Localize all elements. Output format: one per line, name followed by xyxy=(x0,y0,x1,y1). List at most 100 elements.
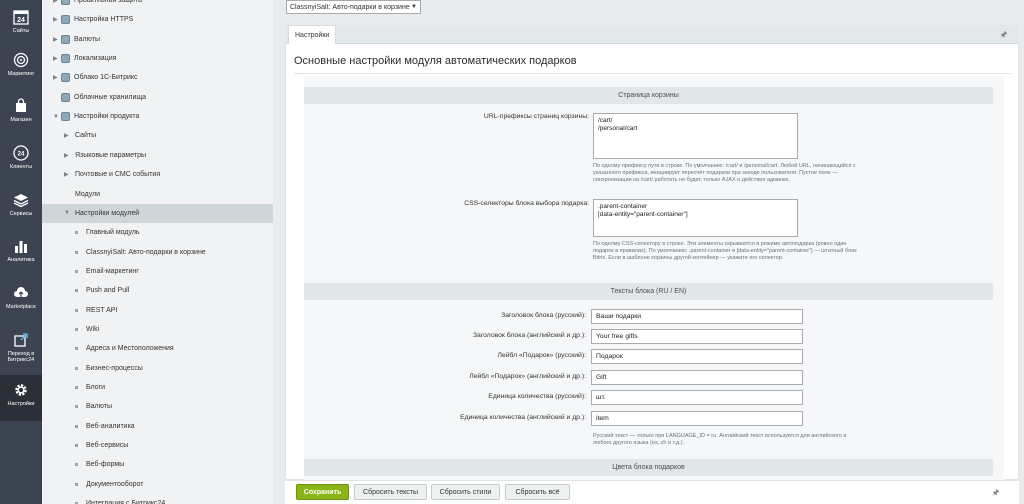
chevron-right-icon[interactable]: ▶ xyxy=(53,36,58,43)
tree-item-label: Облако 1С-Битрикс xyxy=(74,74,138,82)
url-prefixes-hint: По одному префиксу пути в строке. По умо… xyxy=(593,163,856,183)
text-field[interactable]: Подарок xyxy=(591,349,803,364)
text-field[interactable]: item xyxy=(591,411,803,426)
tree-item[interactable]: ▶ Языковые параметры xyxy=(42,146,273,165)
tree-item-label: Сайты xyxy=(75,132,97,140)
cloud-upload-icon xyxy=(12,284,30,302)
left-nav-item[interactable]: Переход в Битрикс24 xyxy=(0,325,42,371)
pin-icon[interactable]: 🖈 xyxy=(992,487,999,501)
css-selectors-textarea[interactable]: .parent-container [data-entity="parent-c… xyxy=(593,199,798,237)
chevron-down-icon[interactable]: ▼ xyxy=(53,114,59,120)
css-selectors-label: CSS-селекторы блока выбора подарка: xyxy=(464,200,589,207)
page-title: Основные настройки модуля автоматических… xyxy=(294,55,577,67)
tree-item[interactable]: Веб-сервисы xyxy=(42,436,273,455)
field-label: Единица количества (английский и др.): xyxy=(460,414,586,421)
left-nav-label: Клиенты xyxy=(9,164,33,170)
tree-item[interactable]: Push and Pull xyxy=(42,281,273,300)
tree-item-label: Валюты xyxy=(86,403,112,411)
bullet-icon xyxy=(75,444,78,448)
tree-item[interactable]: ▶ Настройка HTTPS xyxy=(42,10,273,29)
url-prefixes-textarea[interactable]: /cart/ /personal/cart xyxy=(593,113,798,159)
left-nav-item[interactable]: 24 Клиенты xyxy=(0,138,42,184)
chevron-right-icon[interactable]: ▶ xyxy=(64,171,69,178)
chevron-right-icon[interactable]: ▶ xyxy=(53,0,58,4)
reset-all-button[interactable]: Сбросить всё xyxy=(505,484,570,500)
text-field[interactable]: Gift xyxy=(591,370,803,385)
tree-item-label: Веб-аналитика xyxy=(86,422,135,430)
left-nav-item[interactable]: Аналитика xyxy=(0,231,42,277)
tree-item[interactable]: ▶ Сайты xyxy=(42,126,273,145)
reset-styles-button[interactable]: Сбросить стили xyxy=(431,484,500,500)
footer-bar: Сохранить Сбросить тексты Сбросить стили… xyxy=(285,480,1019,504)
reset-texts-button[interactable]: Сбросить тексты xyxy=(354,484,427,500)
chevron-right-icon[interactable]: ▶ xyxy=(53,16,58,23)
gear-icon xyxy=(12,381,30,399)
tree-item[interactable]: ClassnyiSalt: Авто-подарки в корзине xyxy=(42,243,273,262)
css-selectors-hint: По одному CSS-селектору в строке. Эти эл… xyxy=(593,241,857,261)
tree-item-label: Настройки продукта xyxy=(74,113,140,121)
save-button[interactable]: Сохранить xyxy=(296,484,349,500)
tree-item[interactable]: Веб-аналитика xyxy=(42,417,273,436)
tree-item[interactable]: ▶ Облако 1С-Битрикс xyxy=(42,68,273,87)
tree-item[interactable]: Облачные хранилища xyxy=(42,88,273,107)
tab-settings[interactable]: Настройки xyxy=(288,25,337,44)
left-nav-item[interactable]: 24 Сайты xyxy=(0,2,42,48)
tree-item[interactable]: ▼ Настройки модулей xyxy=(42,203,273,223)
chevron-down-icon[interactable]: ▼ xyxy=(64,210,70,216)
tree-item[interactable]: Документооборот xyxy=(42,475,273,494)
module-icon xyxy=(61,112,70,122)
left-nav-item[interactable]: Сервисы xyxy=(0,185,42,231)
module-icon xyxy=(61,15,70,25)
bullet-icon xyxy=(75,231,78,235)
field-label: Единица количества (русский): xyxy=(488,393,586,400)
tree-item-label: Бизнес-процессы xyxy=(86,364,143,372)
tree-item[interactable]: Email-маркетинг xyxy=(42,262,273,281)
tree-item[interactable]: ▶ Валюты xyxy=(42,30,273,49)
main-area: ClassnyiSalt: Авто-подарки в корзине ▼ Н… xyxy=(273,0,1024,504)
tree-item[interactable]: Интеграция с Битрикс24 xyxy=(42,494,273,504)
pin-icon[interactable]: 🖈 xyxy=(1000,29,1007,43)
tree-item[interactable]: Бизнес-процессы xyxy=(42,359,273,378)
tree-item-label: Интеграция с Битрикс24 xyxy=(86,500,166,504)
chevron-right-icon[interactable]: ▶ xyxy=(64,132,69,139)
tree-item[interactable]: REST API xyxy=(42,301,273,320)
tree-item-label: Email-маркетинг xyxy=(86,267,139,275)
tree-item[interactable]: Адреса и Местоположения xyxy=(42,339,273,358)
left-nav-item[interactable]: Магазин xyxy=(0,91,42,137)
tree-item[interactable]: Модули xyxy=(42,185,273,204)
text-field[interactable]: шт. xyxy=(591,390,803,405)
crm-24-icon: 24 xyxy=(12,144,30,162)
chevron-right-icon[interactable]: ▶ xyxy=(53,55,58,62)
bullet-icon xyxy=(75,424,78,428)
chevron-right-icon[interactable]: ▶ xyxy=(53,74,58,81)
tree-item[interactable]: ▶ Проактивная защита xyxy=(42,0,273,10)
tree-item[interactable]: Главный модуль xyxy=(42,223,273,242)
tree-item-label: Языковые параметры xyxy=(75,151,146,159)
tree-item[interactable]: Блоги xyxy=(42,378,273,397)
left-nav-bar: 24 Сайты Маркетинг Магазин 24 Клиенты Сервисы А… xyxy=(0,0,42,504)
tree-item[interactable]: ▶ Почтовые и СМС события xyxy=(42,165,273,184)
chevron-right-icon[interactable]: ▶ xyxy=(64,152,69,159)
section-header-cart: Страница корзины xyxy=(304,87,993,104)
tree-item[interactable]: Wiki xyxy=(42,320,273,339)
tree-item[interactable]: ▼ Настройки продукта xyxy=(42,107,273,126)
left-nav-item[interactable]: Настройки xyxy=(0,375,42,421)
field-label: Заголовок блока (английский и др.): xyxy=(472,332,586,339)
module-icon xyxy=(61,54,70,64)
calendar-24-icon: 24 xyxy=(12,8,30,26)
left-nav-label: Сайты xyxy=(12,28,30,34)
bullet-icon xyxy=(75,269,78,273)
left-nav-item[interactable]: Маркетинг xyxy=(0,45,42,91)
target-icon xyxy=(12,51,30,69)
tree-item[interactable]: ▶ Локализация xyxy=(42,49,273,68)
bullet-icon xyxy=(75,366,78,370)
left-nav-item[interactable]: Marketplace xyxy=(0,278,42,324)
tree-item-label: Облачные хранилища xyxy=(74,93,147,101)
tree-item-label: Модули xyxy=(75,190,101,198)
text-field[interactable]: Your free gifts xyxy=(591,329,803,344)
tree-item-label: Документооборот xyxy=(86,480,144,488)
tree-item[interactable]: Валюты xyxy=(42,397,273,416)
text-field[interactable]: Ваши подарки xyxy=(591,309,803,324)
tree-item[interactable]: Веб-формы xyxy=(42,455,273,474)
module-select[interactable]: ClassnyiSalt: Авто-подарки в корзине ▼ xyxy=(286,0,421,14)
